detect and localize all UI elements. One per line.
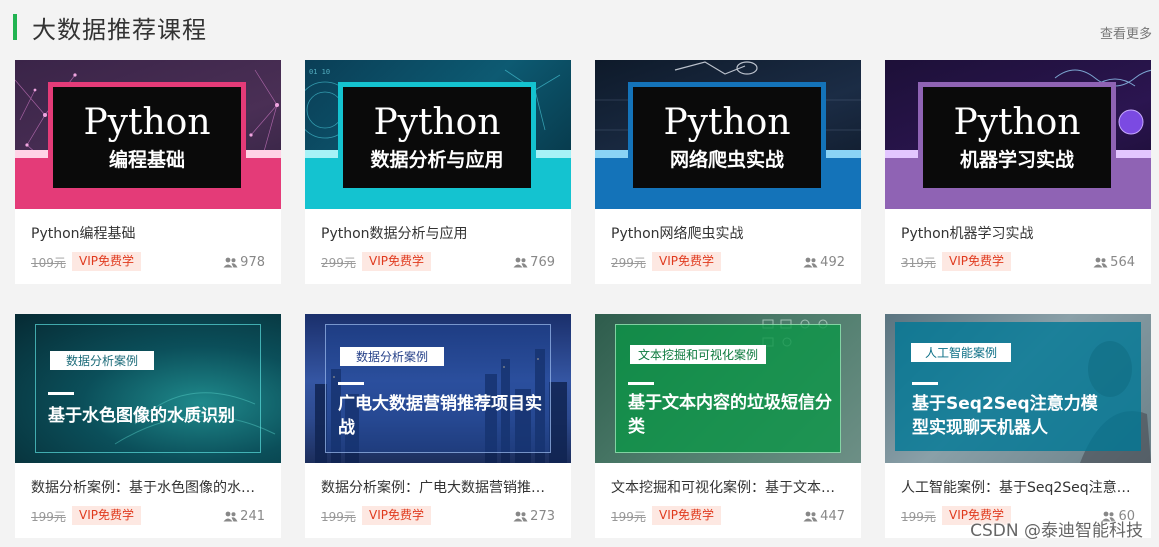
thumbnail-subtitle: 机器学习实战 bbox=[959, 149, 1074, 171]
course-title[interactable]: Python网络爬虫实战 bbox=[611, 223, 847, 243]
thumbnail-heading: 广电大数据营销推荐项目实战 bbox=[338, 394, 542, 438]
student-count-value: 492 bbox=[820, 255, 845, 270]
thumbnail-subtitle: 网络爬虫实战 bbox=[669, 149, 784, 171]
course-title[interactable]: Python机器学习实战 bbox=[901, 223, 1137, 243]
vip-free-badge: VIP免费学 bbox=[652, 252, 721, 271]
thumbnail-subtitle: 数据分析与应用 bbox=[370, 149, 504, 171]
student-count-value: 447 bbox=[820, 509, 845, 524]
student-count: 447 bbox=[803, 509, 845, 524]
student-count: 492 bbox=[803, 255, 845, 270]
course-thumbnail: 数据分析案例 基于水色图像的水质识别 bbox=[15, 314, 281, 463]
course-thumbnail: 数据分析案例 广电大数据营销推荐项目实战 bbox=[305, 314, 571, 463]
course-card[interactable]: Python 机器学习实战 Python机器学习实战 319元 VIP免费学 5… bbox=[885, 60, 1151, 284]
original-price: 299元 bbox=[321, 256, 356, 270]
course-card[interactable]: Python 编程基础 Python编程基础 109元 VIP免费学 978 bbox=[15, 60, 281, 284]
vip-free-badge: VIP免费学 bbox=[72, 506, 141, 525]
original-price: 199元 bbox=[611, 510, 646, 524]
original-price: 319元 bbox=[901, 256, 936, 270]
watermark: CSDN @泰迪智能科技 bbox=[970, 521, 1143, 541]
student-count: 978 bbox=[223, 255, 265, 270]
vip-free-badge: VIP免费学 bbox=[72, 252, 141, 271]
original-price: 109元 bbox=[31, 256, 66, 270]
view-more-link[interactable]: 查看更多 bbox=[1100, 23, 1152, 42]
student-count-value: 273 bbox=[530, 509, 555, 524]
course-title[interactable]: 人工智能案例：基于Seq2Seq注意… bbox=[901, 477, 1137, 497]
course-thumbnail: Python 编程基础 bbox=[15, 60, 281, 209]
vip-free-badge: VIP免费学 bbox=[942, 252, 1011, 271]
course-card[interactable]: 数据分析案例 基于水色图像的水质识别 数据分析案例：基于水色图像的水… 199元… bbox=[15, 314, 281, 538]
thumbnail-heading: 基于水色图像的水质识别 bbox=[48, 406, 235, 426]
section-title: 大数据推荐课程 bbox=[32, 16, 207, 44]
course-card[interactable]: 数据分析案例 广电大数据营销推荐项目实战 数据分析案例：广电大数据营销推… 19… bbox=[305, 314, 571, 538]
student-count-value: 978 bbox=[240, 255, 265, 270]
vip-free-badge: VIP免费学 bbox=[362, 506, 431, 525]
thumbnail-tag: 人工智能案例 bbox=[911, 343, 1012, 362]
original-price: 199元 bbox=[901, 510, 936, 524]
thumbnail-title: Python bbox=[373, 102, 501, 143]
thumbnail-subtitle: 编程基础 bbox=[108, 149, 185, 171]
course-thumbnail: Python 网络爬虫实战 bbox=[595, 60, 861, 209]
course-title[interactable]: 文本挖掘和可视化案例：基于文本… bbox=[611, 477, 847, 497]
student-count-value: 241 bbox=[240, 509, 265, 524]
course-card[interactable]: 文本挖掘和可视化案例 基于文本内容的垃圾短信分类 文本挖掘和可视化案例：基于文本… bbox=[595, 314, 861, 538]
student-count: 769 bbox=[513, 255, 555, 270]
student-count: 273 bbox=[513, 509, 555, 524]
title-accent-bar bbox=[13, 14, 17, 40]
student-count-value: 769 bbox=[530, 255, 555, 270]
thumbnail-title: Python bbox=[663, 102, 791, 143]
people-icon bbox=[223, 257, 238, 268]
course-card[interactable]: 人工智能案例 基于Seq2Seq注意力模型实现聊天机器人 人工智能案例：基于Se… bbox=[885, 314, 1151, 538]
course-card[interactable]: Python 网络爬虫实战 Python网络爬虫实战 299元 VIP免费学 4… bbox=[595, 60, 861, 284]
course-title[interactable]: Python数据分析与应用 bbox=[321, 223, 557, 243]
people-icon bbox=[803, 257, 818, 268]
people-icon bbox=[513, 511, 528, 522]
thumbnail-title: Python bbox=[953, 102, 1081, 143]
thumbnail-tag: 文本挖掘和可视化案例 bbox=[630, 345, 767, 364]
people-icon bbox=[803, 511, 818, 522]
course-title[interactable]: 数据分析案例：基于水色图像的水… bbox=[31, 477, 267, 497]
people-icon bbox=[223, 511, 238, 522]
student-count: 564 bbox=[1093, 255, 1135, 270]
thumbnail-tag: 数据分析案例 bbox=[50, 351, 155, 370]
original-price: 199元 bbox=[31, 510, 66, 524]
section-header: 大数据推荐课程 查看更多 bbox=[0, 0, 1159, 52]
thumbnail-heading: 基于Seq2Seq注意力模型实现聊天机器人 bbox=[912, 394, 1098, 438]
course-title[interactable]: 数据分析案例：广电大数据营销推… bbox=[321, 477, 557, 497]
thumbnail-heading: 基于文本内容的垃圾短信分类 bbox=[628, 393, 832, 437]
student-count-value: 564 bbox=[1110, 255, 1135, 270]
course-thumbnail: 文本挖掘和可视化案例 基于文本内容的垃圾短信分类 bbox=[595, 314, 861, 463]
course-title[interactable]: Python编程基础 bbox=[31, 223, 267, 243]
course-card[interactable]: 01 10101 Python 数据分析与应用 Python数据分析与应用 29… bbox=[305, 60, 571, 284]
people-icon bbox=[1093, 257, 1108, 268]
thumbnail-tag: 数据分析案例 bbox=[340, 347, 445, 366]
course-thumbnail: 人工智能案例 基于Seq2Seq注意力模型实现聊天机器人 bbox=[885, 314, 1151, 463]
thumbnail-title: Python bbox=[83, 102, 211, 143]
student-count: 241 bbox=[223, 509, 265, 524]
people-icon bbox=[513, 257, 528, 268]
course-thumbnail: Python 机器学习实战 bbox=[885, 60, 1151, 209]
original-price: 199元 bbox=[321, 510, 356, 524]
vip-free-badge: VIP免费学 bbox=[362, 252, 431, 271]
vip-free-badge: VIP免费学 bbox=[652, 506, 721, 525]
svg-text:01 10: 01 10 bbox=[309, 68, 330, 76]
original-price: 299元 bbox=[611, 256, 646, 270]
course-thumbnail: 01 10101 Python 数据分析与应用 bbox=[305, 60, 571, 209]
